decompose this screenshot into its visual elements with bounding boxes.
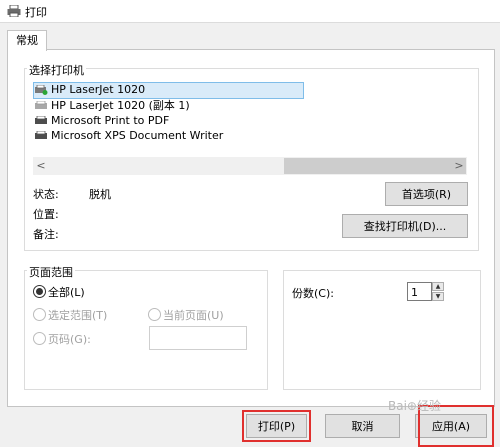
printer-item[interactable]: HP LaserJet 1020 (副本 1) <box>34 99 288 114</box>
printer-name: Microsoft Print to PDF <box>51 114 170 127</box>
horizontal-scrollbar[interactable]: < > <box>33 157 467 175</box>
preferences-button[interactable]: 首选项(R) <box>385 182 468 206</box>
printer-name: HP LaserJet 1020 (副本 1) <box>51 99 190 112</box>
scrollbar-thumb[interactable] <box>284 158 466 174</box>
printer-item[interactable]: Microsoft XPS Document Writer <box>34 129 288 144</box>
printer-default-icon <box>35 85 48 95</box>
spin-up-icon[interactable]: ▲ <box>432 282 444 291</box>
copies-spinner[interactable]: ▲ ▼ <box>432 282 444 301</box>
status-label: 状态: <box>33 188 59 201</box>
radio-all[interactable] <box>33 285 46 298</box>
radio-selection-label: 选定范围(T) <box>48 309 108 322</box>
status-value: 脱机 <box>89 188 111 201</box>
printer-icon <box>7 5 21 17</box>
copies-label: 份数(C): <box>292 287 334 300</box>
printer-name: Microsoft XPS Document Writer <box>51 129 224 142</box>
highlight-print <box>242 410 311 442</box>
page-range-label: 页面范围 <box>27 264 75 280</box>
radio-selection[interactable] <box>33 308 46 321</box>
radio-pages[interactable] <box>33 332 46 345</box>
radio-pages-label: 页码(G): <box>48 333 91 346</box>
printer-icon <box>35 101 47 109</box>
printer-group-label: 选择打印机 <box>27 62 86 78</box>
comment-label: 备注: <box>33 228 59 241</box>
printer-name: HP LaserJet 1020 <box>51 83 146 96</box>
printer-item[interactable]: HP LaserJet 1020 <box>33 82 304 99</box>
title-bar: 打印 <box>0 0 500 23</box>
tab-general[interactable]: 常规 <box>7 30 47 51</box>
watermark: Bai⊕经验 <box>388 399 441 413</box>
location-label: 位置: <box>33 208 59 221</box>
find-printer-button[interactable]: 查找打印机(D)... <box>342 214 468 238</box>
pages-input[interactable] <box>149 326 247 350</box>
spin-down-icon[interactable]: ▼ <box>432 292 444 301</box>
cancel-button[interactable]: 取消 <box>325 414 400 438</box>
radio-current-page[interactable] <box>148 308 161 321</box>
printer-icon <box>35 131 47 139</box>
printer-list: HP LaserJet 1020 HP LaserJet 1020 (副本 1)… <box>33 82 304 144</box>
window-title: 打印 <box>25 6 47 19</box>
printer-icon <box>35 116 47 124</box>
printer-item[interactable]: Microsoft Print to PDF <box>34 114 288 129</box>
radio-current-page-label: 当前页面(U) <box>163 309 224 322</box>
copies-input[interactable]: 1 <box>407 282 432 301</box>
radio-all-label: 全部(L) <box>48 286 85 299</box>
scroll-right-icon[interactable]: > <box>452 159 466 173</box>
scroll-left-icon[interactable]: < <box>34 159 48 173</box>
